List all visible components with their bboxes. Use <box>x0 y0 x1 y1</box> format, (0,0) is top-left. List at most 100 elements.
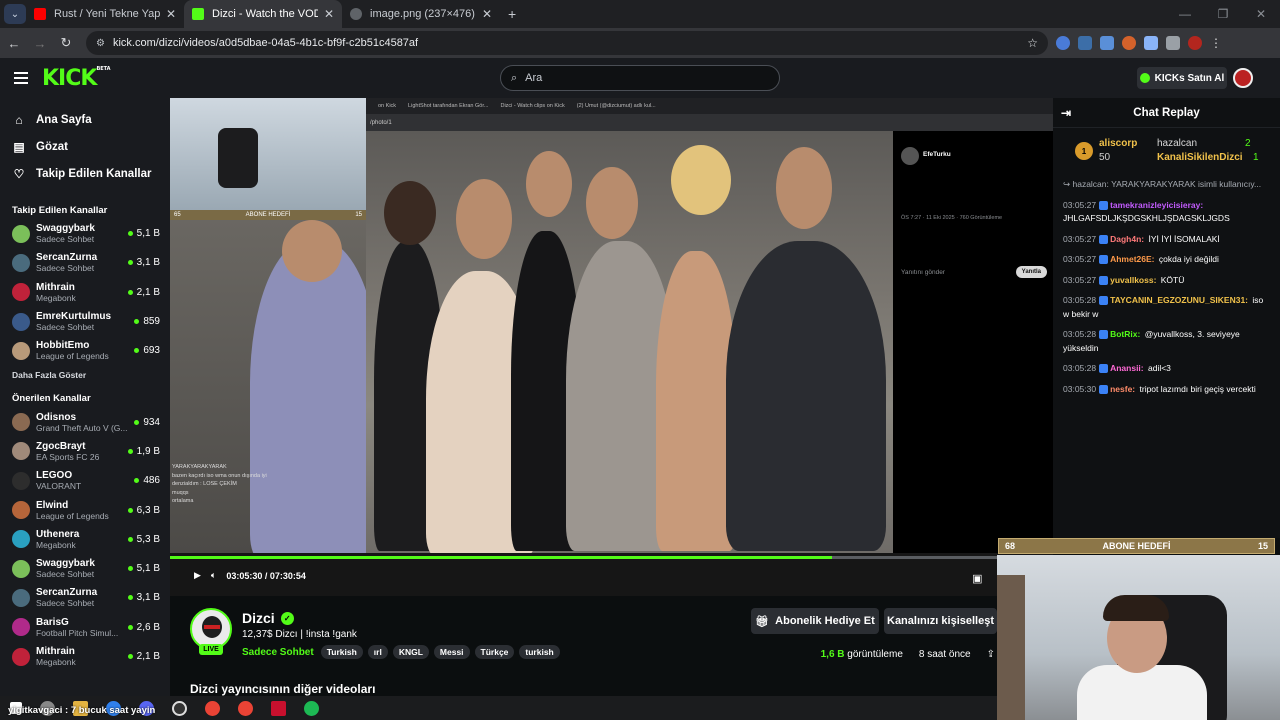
close-window-icon[interactable]: ✕ <box>1242 0 1280 28</box>
tag[interactable]: Turkish <box>320 645 363 659</box>
search-input[interactable]: ⌕ Ara <box>500 65 780 91</box>
url-field[interactable]: ⚙ kick.com/dizci/videos/a0d5dbae-04a5-4b… <box>86 31 1048 55</box>
tab-search-button[interactable]: ⌄ <box>4 4 26 24</box>
channel-row[interactable]: ZgocBrayt EA Sports FC 26 1,9 B <box>0 437 170 466</box>
profile-icon[interactable] <box>1188 36 1202 50</box>
collapse-chat-icon[interactable]: ⇥ <box>1061 106 1071 120</box>
channel-row[interactable]: BarisG Football Pitch Simul... 2,6 B <box>0 613 170 642</box>
chrome-icon[interactable] <box>238 700 253 716</box>
back-icon[interactable]: ← <box>2 36 26 51</box>
channel-name: SercanZurna <box>36 587 98 599</box>
tab-title: image.png (237×476) <box>370 8 475 20</box>
stream-chat-overlay: YARAKYARAKYARAK bazen kaçırdı iso wma onu… <box>172 464 267 505</box>
chat-text: adil<3 <box>1145 363 1171 373</box>
kick-logo[interactable]: KICKBETA <box>42 66 111 91</box>
share-icon[interactable]: ⇪ <box>987 649 995 660</box>
play-icon[interactable]: ▶ <box>194 570 201 581</box>
buy-kicks-button[interactable]: KICKs Satın Al <box>1137 67 1227 89</box>
minimize-icon[interactable]: — <box>1166 0 1204 28</box>
seek-bar[interactable] <box>170 556 1053 559</box>
channel-row[interactable]: Uthenera Megabonk 5,3 B <box>0 525 170 554</box>
channel-avatar <box>12 253 30 272</box>
tag[interactable]: Messi <box>433 645 470 659</box>
chat-message: 03:05:27 tamekranizleyicisieray: JHLGAFSD… <box>1063 199 1270 226</box>
live-badge: LIVE <box>199 644 223 655</box>
volume-icon[interactable]: 🔈︎ <box>211 570 216 581</box>
chat-username[interactable]: yuvallkoss: <box>1110 275 1156 285</box>
chat-timestamp: 03:05:27 <box>1063 233 1097 244</box>
user-avatar[interactable] <box>1233 68 1253 88</box>
menu-dots-icon[interactable]: ⋮ <box>1210 36 1222 50</box>
close-icon[interactable]: ✕ <box>476 7 492 21</box>
channel-row[interactable]: HobbitEmo League of Legends 693 <box>0 336 170 365</box>
channel-row[interactable]: Swaggybark Sadece Sohbet 5,1 B <box>0 219 170 248</box>
extension-icon[interactable] <box>1056 36 1070 50</box>
person <box>250 240 380 560</box>
channel-row[interactable]: EmreKurtulmus Sadece Sohbet 859 <box>0 307 170 336</box>
tab-kick[interactable]: Dizci - Watch the VOD on Kick ✕ <box>184 0 342 28</box>
channel-row[interactable]: Elwind League of Legends 6,3 B <box>0 495 170 524</box>
nav-browse[interactable]: ▤ Gözat <box>0 133 170 160</box>
tab-image[interactable]: image.png (237×476) ✕ <box>342 0 500 28</box>
channel-row[interactable]: SercanZurna Sadece Sohbet 3,1 B <box>0 248 170 277</box>
hamburger-menu-icon[interactable] <box>14 69 28 87</box>
channel-row[interactable]: LEGOO VALORANT 486 <box>0 466 170 495</box>
nav-following[interactable]: ♡ Takip Edilen Kanallar <box>0 160 170 187</box>
live-dot-icon <box>127 624 133 630</box>
x-app-icon[interactable] <box>271 700 286 716</box>
recommended-section-title: Önerilen Kanallar <box>12 392 91 404</box>
close-icon[interactable]: ✕ <box>160 7 176 21</box>
chat-username[interactable]: BotRix: <box>1110 329 1140 339</box>
extension-icon[interactable] <box>1078 36 1092 50</box>
tag[interactable]: ırl <box>367 645 388 659</box>
channel-row[interactable]: Odisnos Grand Theft Auto V (G... 934 <box>0 407 170 436</box>
spotify-icon[interactable] <box>304 700 319 716</box>
obs-icon[interactable] <box>172 700 187 716</box>
tag[interactable]: Türkçe <box>474 645 515 659</box>
tag[interactable]: turkish <box>519 645 560 659</box>
chat-username[interactable]: TAYCANIN_EGZOZUNU_SIKEN31: <box>1110 295 1248 305</box>
tab-title: Dizci - Watch the VOD on Kick <box>212 8 318 20</box>
tweet-meta: ÖS 7:27 · 11 Eki 2025 · 760 Görüntüleme <box>901 215 1003 221</box>
puzzle-icon[interactable] <box>1144 36 1158 50</box>
chrome-icon[interactable] <box>205 700 220 716</box>
new-tab-button[interactable]: + <box>508 6 516 22</box>
kicks-coin-icon <box>1139 73 1150 83</box>
chat-username[interactable]: tamekranizleyicisieray: <box>1110 200 1203 210</box>
category-link[interactable]: Sadece Sohbet <box>242 647 314 658</box>
customize-channel-button[interactable]: Kanalınızı kişiselleşt <box>884 608 997 634</box>
channel-row[interactable]: Swaggybark Sadece Sohbet 5,1 B <box>0 554 170 583</box>
theater-mode-icon[interactable]: ▣ <box>972 572 982 585</box>
gift-sub-button[interactable]: 🎁︎ Abonelik Hediye Et <box>751 608 879 634</box>
chat-username[interactable]: Dagh4n: <box>1110 234 1144 244</box>
tab-youtube[interactable]: Rust / Yeni Tekne Yapımı / Deniz ✕ <box>26 0 184 28</box>
channel-row[interactable]: Mithrain Megabonk 2,1 B <box>0 278 170 307</box>
channel-row[interactable]: Mithrain Megabonk 2,1 B <box>0 642 170 671</box>
chat-text: KÖTÜ <box>1158 274 1185 285</box>
maximize-icon[interactable]: ❐ <box>1204 0 1242 28</box>
site-info-icon[interactable]: ⚙ <box>96 38 105 49</box>
channel-row[interactable]: SercanZurna Sadece Sohbet 3,1 B <box>0 583 170 612</box>
extension-icon[interactable] <box>1122 36 1136 50</box>
forward-icon[interactable]: → <box>28 36 52 51</box>
tweet-author: EfeTurku <box>923 151 951 158</box>
reload-icon[interactable]: ↻ <box>54 35 78 51</box>
video-player[interactable]: 65 ABONE HEDEFİ 15 on Kick LightShot tara… <box>170 98 1053 596</box>
video-stats: 1,6 B görüntüleme 8 saat önce ⇪ <box>821 649 995 660</box>
chat-username[interactable]: Anansii: <box>1110 363 1144 373</box>
chat-username[interactable]: nesfe: <box>1110 384 1135 394</box>
translate-icon[interactable] <box>1100 36 1114 50</box>
nav-home[interactable]: ⌂ Ana Sayfa <box>0 106 170 133</box>
viewer-count: 3,1 B <box>127 592 160 603</box>
channel-name: ZgocBrayt <box>36 440 86 452</box>
channel-avatar <box>12 530 30 549</box>
verified-icon: ✓ <box>280 611 294 625</box>
channel-name[interactable]: Dizci ✓ <box>242 610 294 626</box>
show-more-link[interactable]: Daha Fazla Göster <box>0 365 170 385</box>
bookmark-star-icon[interactable]: ☆ <box>1027 36 1038 50</box>
media-icon[interactable] <box>1166 36 1180 50</box>
chat-username[interactable]: Ahmet26E: <box>1110 254 1154 264</box>
close-icon[interactable]: ✕ <box>318 7 334 21</box>
tag[interactable]: KNGL <box>392 645 429 659</box>
following-section-title: Takip Edilen Kanallar <box>12 204 108 216</box>
